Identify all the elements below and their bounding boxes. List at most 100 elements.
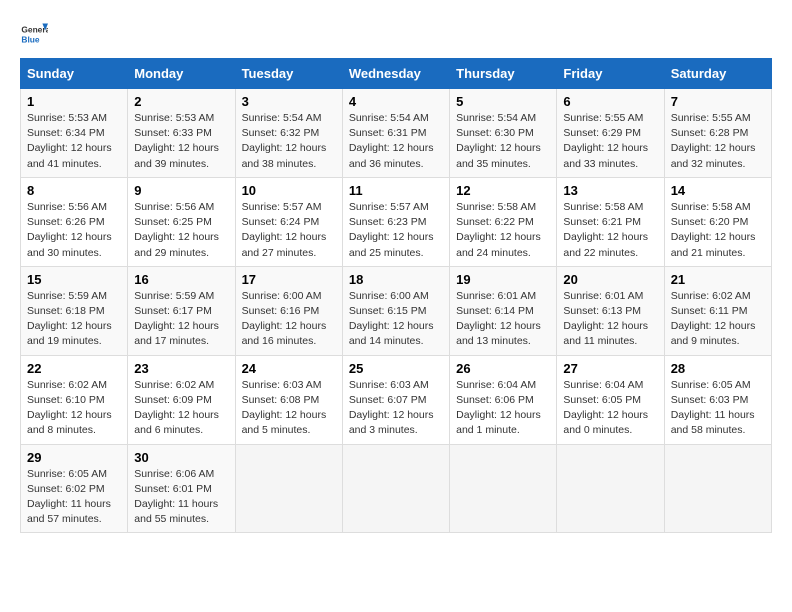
day-info: Sunrise: 5:55 AM Sunset: 6:29 PM Dayligh… (563, 111, 657, 172)
day-info: Sunrise: 6:02 AM Sunset: 6:09 PM Dayligh… (134, 378, 228, 439)
day-number: 10 (242, 183, 336, 198)
day-number: 8 (27, 183, 121, 198)
calendar-cell: 26Sunrise: 6:04 AM Sunset: 6:06 PM Dayli… (450, 355, 557, 444)
day-number: 20 (563, 272, 657, 287)
day-info: Sunrise: 5:59 AM Sunset: 6:18 PM Dayligh… (27, 289, 121, 350)
day-number: 5 (456, 94, 550, 109)
calendar-week-1: 1 Sunrise: 5:53 AM Sunset: 6:34 PM Daylig… (21, 89, 772, 178)
day-number: 18 (349, 272, 443, 287)
day-number: 21 (671, 272, 765, 287)
day-number: 1 (27, 94, 121, 109)
calendar-cell: 3Sunrise: 5:54 AM Sunset: 6:32 PM Daylig… (235, 89, 342, 178)
day-number: 27 (563, 361, 657, 376)
day-info: Sunrise: 6:02 AM Sunset: 6:10 PM Dayligh… (27, 378, 121, 439)
calendar-cell: 15 Sunrise: 5:59 AM Sunset: 6:18 PM Dayli… (21, 266, 128, 355)
day-number: 3 (242, 94, 336, 109)
calendar-cell: 24 Sunrise: 6:03 AM Sunset: 6:08 PM Dayli… (235, 355, 342, 444)
svg-text:Blue: Blue (21, 34, 39, 44)
calendar-cell: 28Sunrise: 6:05 AM Sunset: 6:03 PM Dayli… (664, 355, 771, 444)
day-info: Sunrise: 6:02 AM Sunset: 6:11 PM Dayligh… (671, 289, 765, 350)
calendar-cell: 10 Sunrise: 5:57 AM Sunset: 6:24 PM Dayli… (235, 177, 342, 266)
day-number: 12 (456, 183, 550, 198)
calendar-cell: 23 Sunrise: 6:02 AM Sunset: 6:09 PM Dayli… (128, 355, 235, 444)
calendar-cell: 21 Sunrise: 6:02 AM Sunset: 6:11 PM Dayli… (664, 266, 771, 355)
calendar-cell: 13 Sunrise: 5:58 AM Sunset: 6:21 PM Dayli… (557, 177, 664, 266)
calendar-cell: 17Sunrise: 6:00 AM Sunset: 6:16 PM Dayli… (235, 266, 342, 355)
day-info: Sunrise: 6:05 AM Sunset: 6:02 PM Dayligh… (27, 467, 121, 528)
calendar-week-2: 8 Sunrise: 5:56 AM Sunset: 6:26 PM Daylig… (21, 177, 772, 266)
day-number: 7 (671, 94, 765, 109)
calendar-cell: 30 Sunrise: 6:06 AM Sunset: 6:01 PM Dayli… (128, 444, 235, 533)
day-number: 22 (27, 361, 121, 376)
day-info: Sunrise: 6:06 AM Sunset: 6:01 PM Dayligh… (134, 467, 228, 528)
day-number: 13 (563, 183, 657, 198)
day-info: Sunrise: 5:56 AM Sunset: 6:26 PM Dayligh… (27, 200, 121, 261)
day-number: 11 (349, 183, 443, 198)
calendar-week-3: 15 Sunrise: 5:59 AM Sunset: 6:18 PM Dayli… (21, 266, 772, 355)
day-info: Sunrise: 6:00 AM Sunset: 6:16 PM Dayligh… (242, 289, 336, 350)
day-number: 2 (134, 94, 228, 109)
day-info: Sunrise: 5:53 AM Sunset: 6:34 PM Dayligh… (27, 111, 121, 172)
day-info: Sunrise: 5:58 AM Sunset: 6:20 PM Dayligh… (671, 200, 765, 261)
logo: General Blue (20, 20, 52, 48)
day-header-monday: Monday (128, 59, 235, 89)
day-info: Sunrise: 5:58 AM Sunset: 6:21 PM Dayligh… (563, 200, 657, 261)
day-info: Sunrise: 6:01 AM Sunset: 6:14 PM Dayligh… (456, 289, 550, 350)
day-info: Sunrise: 5:55 AM Sunset: 6:28 PM Dayligh… (671, 111, 765, 172)
day-header-thursday: Thursday (450, 59, 557, 89)
calendar-cell: 14 Sunrise: 5:58 AM Sunset: 6:20 PM Dayli… (664, 177, 771, 266)
logo-icon: General Blue (20, 20, 48, 48)
day-number: 14 (671, 183, 765, 198)
day-info: Sunrise: 5:54 AM Sunset: 6:30 PM Dayligh… (456, 111, 550, 172)
day-number: 28 (671, 361, 765, 376)
calendar-cell (664, 444, 771, 533)
day-header-tuesday: Tuesday (235, 59, 342, 89)
day-number: 29 (27, 450, 121, 465)
day-info: Sunrise: 5:56 AM Sunset: 6:25 PM Dayligh… (134, 200, 228, 261)
calendar-cell (235, 444, 342, 533)
day-number: 15 (27, 272, 121, 287)
day-info: Sunrise: 6:03 AM Sunset: 6:07 PM Dayligh… (349, 378, 443, 439)
calendar-table: SundayMondayTuesdayWednesdayThursdayFrid… (20, 58, 772, 533)
day-info: Sunrise: 5:57 AM Sunset: 6:24 PM Dayligh… (242, 200, 336, 261)
day-number: 9 (134, 183, 228, 198)
day-info: Sunrise: 6:04 AM Sunset: 6:06 PM Dayligh… (456, 378, 550, 439)
day-number: 23 (134, 361, 228, 376)
day-info: Sunrise: 6:03 AM Sunset: 6:08 PM Dayligh… (242, 378, 336, 439)
calendar-cell: 7 Sunrise: 5:55 AM Sunset: 6:28 PM Daylig… (664, 89, 771, 178)
day-info: Sunrise: 5:57 AM Sunset: 6:23 PM Dayligh… (349, 200, 443, 261)
calendar-cell (450, 444, 557, 533)
calendar-cell: 16 Sunrise: 5:59 AM Sunset: 6:17 PM Dayli… (128, 266, 235, 355)
calendar-cell: 4 Sunrise: 5:54 AM Sunset: 6:31 PM Daylig… (342, 89, 449, 178)
calendar-week-5: 29 Sunrise: 6:05 AM Sunset: 6:02 PM Dayli… (21, 444, 772, 533)
day-info: Sunrise: 5:53 AM Sunset: 6:33 PM Dayligh… (134, 111, 228, 172)
calendar-cell: 19Sunrise: 6:01 AM Sunset: 6:14 PM Dayli… (450, 266, 557, 355)
day-info: Sunrise: 5:59 AM Sunset: 6:17 PM Dayligh… (134, 289, 228, 350)
calendar-cell: 8 Sunrise: 5:56 AM Sunset: 6:26 PM Daylig… (21, 177, 128, 266)
day-header-saturday: Saturday (664, 59, 771, 89)
day-number: 24 (242, 361, 336, 376)
calendar-cell: 1 Sunrise: 5:53 AM Sunset: 6:34 PM Daylig… (21, 89, 128, 178)
calendar-cell: 2 Sunrise: 5:53 AM Sunset: 6:33 PM Daylig… (128, 89, 235, 178)
calendar-cell: 18 Sunrise: 6:00 AM Sunset: 6:15 PM Dayli… (342, 266, 449, 355)
calendar-cell: 22 Sunrise: 6:02 AM Sunset: 6:10 PM Dayli… (21, 355, 128, 444)
day-header-sunday: Sunday (21, 59, 128, 89)
calendar-cell: 20 Sunrise: 6:01 AM Sunset: 6:13 PM Dayli… (557, 266, 664, 355)
calendar-cell: 5 Sunrise: 5:54 AM Sunset: 6:30 PM Daylig… (450, 89, 557, 178)
calendar-cell: 29 Sunrise: 6:05 AM Sunset: 6:02 PM Dayli… (21, 444, 128, 533)
day-info: Sunrise: 5:54 AM Sunset: 6:31 PM Dayligh… (349, 111, 443, 172)
calendar-cell (557, 444, 664, 533)
day-info: Sunrise: 6:01 AM Sunset: 6:13 PM Dayligh… (563, 289, 657, 350)
calendar-cell: 9 Sunrise: 5:56 AM Sunset: 6:25 PM Daylig… (128, 177, 235, 266)
page-header: General Blue (20, 20, 772, 48)
header-row: SundayMondayTuesdayWednesdayThursdayFrid… (21, 59, 772, 89)
day-number: 25 (349, 361, 443, 376)
day-header-wednesday: Wednesday (342, 59, 449, 89)
calendar-cell: 11 Sunrise: 5:57 AM Sunset: 6:23 PM Dayli… (342, 177, 449, 266)
day-number: 4 (349, 94, 443, 109)
day-header-friday: Friday (557, 59, 664, 89)
day-number: 30 (134, 450, 228, 465)
day-info: Sunrise: 6:00 AM Sunset: 6:15 PM Dayligh… (349, 289, 443, 350)
day-number: 16 (134, 272, 228, 287)
calendar-week-4: 22 Sunrise: 6:02 AM Sunset: 6:10 PM Dayli… (21, 355, 772, 444)
